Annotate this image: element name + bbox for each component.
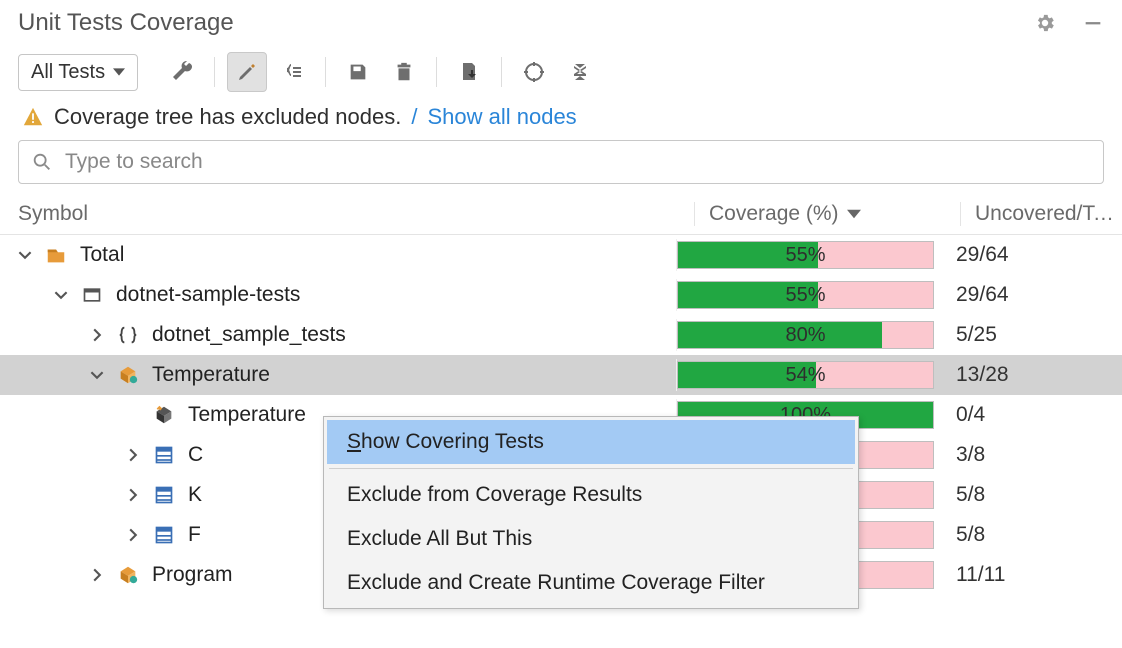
tree-label: K xyxy=(188,483,202,507)
col-symbol[interactable]: Symbol xyxy=(18,202,694,226)
coverage-pct: 54% xyxy=(678,362,933,388)
uncovered-count: 3/8 xyxy=(942,443,1122,467)
coverage-pct: 55% xyxy=(678,282,933,308)
chevron-down-icon[interactable] xyxy=(90,368,110,382)
struct-icon xyxy=(152,443,176,467)
chevron-right-icon[interactable] xyxy=(90,328,110,342)
tree-row[interactable]: Total 55% 29/64 xyxy=(0,235,1122,275)
uncovered-count: 5/8 xyxy=(942,483,1122,507)
chevron-right-icon[interactable] xyxy=(126,488,146,502)
wrench-icon[interactable] xyxy=(162,52,202,92)
class-icon xyxy=(152,403,176,427)
chevron-down-icon[interactable] xyxy=(54,288,74,302)
save-icon[interactable] xyxy=(338,52,378,92)
chevron-right-icon[interactable] xyxy=(126,448,146,462)
tree-row[interactable]: dotnet_sample_tests 80% 5/25 xyxy=(0,315,1122,355)
coverage-bar: 80% xyxy=(677,321,934,349)
list-icon[interactable] xyxy=(273,52,313,92)
chevron-right-icon[interactable] xyxy=(126,528,146,542)
tests-dropdown[interactable]: All Tests xyxy=(18,54,138,91)
tree-label: Temperature xyxy=(188,403,306,427)
tree-label: dotnet-sample-tests xyxy=(116,283,300,307)
ctx-show-covering-tests[interactable]: Show Covering Tests xyxy=(327,420,855,464)
project-icon xyxy=(80,283,104,307)
struct-icon xyxy=(152,523,176,547)
coverage-bar: 55% xyxy=(677,241,934,269)
warning-icon xyxy=(22,106,44,128)
ns2-icon xyxy=(116,563,140,587)
tree-label: dotnet_sample_tests xyxy=(152,323,346,347)
ns2-icon xyxy=(116,363,140,387)
chevron-down-icon[interactable] xyxy=(18,248,38,262)
context-menu: Show Covering Tests Exclude from Coverag… xyxy=(323,416,859,609)
ns-icon xyxy=(116,323,140,347)
window-title: Unit Tests Coverage xyxy=(18,9,234,37)
tree-label: C xyxy=(188,443,203,467)
col-coverage[interactable]: Coverage (%) xyxy=(694,202,960,226)
ctx-exclude-filter[interactable]: Exclude and Create Runtime Coverage Filt… xyxy=(327,561,855,605)
col-uncovered[interactable]: Uncovered/Total Stmts. xyxy=(960,202,1122,226)
tree-label: Total xyxy=(80,243,124,267)
tests-dropdown-label: All Tests xyxy=(31,61,105,84)
coverage-bar: 55% xyxy=(677,281,934,309)
total-icon xyxy=(44,243,68,267)
coverage-pct: 80% xyxy=(678,322,933,348)
uncovered-count: 0/4 xyxy=(942,403,1122,427)
tree-label: Program xyxy=(152,563,233,587)
uncovered-count: 5/25 xyxy=(942,323,1122,347)
target-icon[interactable] xyxy=(514,52,554,92)
uncovered-count: 13/28 xyxy=(942,363,1122,387)
minimize-icon[interactable] xyxy=(1078,8,1108,38)
toolbar: All Tests xyxy=(0,46,1122,98)
tree-row[interactable]: dotnet-sample-tests 55% 29/64 xyxy=(0,275,1122,315)
tree-label: F xyxy=(188,523,201,547)
ctx-exclude[interactable]: Exclude from Coverage Results xyxy=(327,473,855,517)
search-input[interactable] xyxy=(63,149,1091,175)
struct-icon xyxy=(152,483,176,507)
coverage-bar: 54% xyxy=(677,361,934,389)
trash-icon[interactable] xyxy=(384,52,424,92)
highlight-icon[interactable] xyxy=(227,52,267,92)
show-all-link[interactable]: Show all nodes xyxy=(427,104,576,130)
ctx-exclude-all-but[interactable]: Exclude All But This xyxy=(327,517,855,561)
notice-text: Coverage tree has excluded nodes. xyxy=(54,104,401,130)
coverage-pct: 55% xyxy=(678,242,933,268)
search-icon xyxy=(31,151,53,173)
uncovered-count: 11/11 xyxy=(942,563,1122,587)
uncovered-count: 29/64 xyxy=(942,243,1122,267)
search-input-container[interactable] xyxy=(18,140,1104,184)
gear-icon[interactable] xyxy=(1030,8,1060,38)
tree-row[interactable]: Temperature 54% 13/28 xyxy=(0,355,1122,395)
uncovered-count: 5/8 xyxy=(942,523,1122,547)
collapse-icon[interactable] xyxy=(560,52,600,92)
chevron-right-icon[interactable] xyxy=(90,568,110,582)
uncovered-count: 29/64 xyxy=(942,283,1122,307)
tree-label: Temperature xyxy=(152,363,270,387)
export-icon[interactable] xyxy=(449,52,489,92)
